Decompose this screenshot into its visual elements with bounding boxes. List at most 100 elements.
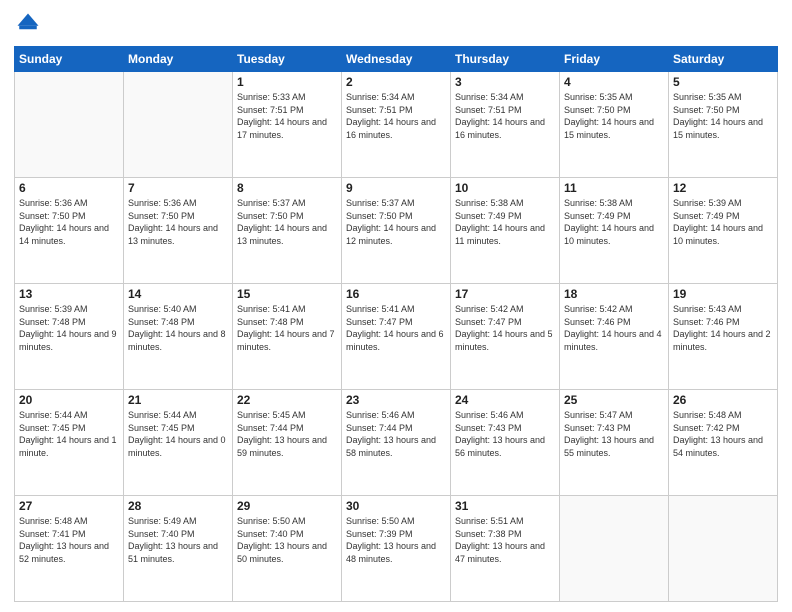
day-number: 29 [237, 499, 337, 513]
day-cell: 15Sunrise: 5:41 AMSunset: 7:48 PMDayligh… [233, 284, 342, 390]
day-info: Sunrise: 5:49 AMSunset: 7:40 PMDaylight:… [128, 515, 228, 565]
day-number: 20 [19, 393, 119, 407]
day-cell: 5 Sunrise: 5:35 AMSunset: 7:50 PMDaylight… [669, 72, 778, 178]
day-cell: 30Sunrise: 5:50 AMSunset: 7:39 PMDayligh… [342, 496, 451, 602]
day-info: Sunrise: 5:51 AMSunset: 7:38 PMDaylight:… [455, 515, 555, 565]
day-cell: 20 Sunrise: 5:44 AMSunset: 7:45 PMDayligh… [15, 390, 124, 496]
day-number: 13 [19, 287, 119, 301]
day-number: 5 [673, 75, 773, 89]
day-number: 23 [346, 393, 446, 407]
header [14, 10, 778, 38]
weekday-header-monday: Monday [124, 47, 233, 72]
day-info: Sunrise: 5:39 AMSunset: 7:49 PMDaylight:… [673, 197, 773, 247]
day-cell: 26 Sunrise: 5:48 AMSunset: 7:42 PMDayligh… [669, 390, 778, 496]
day-number: 31 [455, 499, 555, 513]
day-number: 25 [564, 393, 664, 407]
day-number: 1 [237, 75, 337, 89]
weekday-header-tuesday: Tuesday [233, 47, 342, 72]
day-number: 6 [19, 181, 119, 195]
day-info: Sunrise: 5:38 AMSunset: 7:49 PMDaylight:… [455, 197, 555, 247]
day-info: Sunrise: 5:40 AMSunset: 7:48 PMDaylight:… [128, 303, 228, 353]
day-info: Sunrise: 5:33 AMSunset: 7:51 PMDaylight:… [237, 91, 337, 141]
day-info: Sunrise: 5:36 AMSunset: 7:50 PMDaylight:… [19, 197, 119, 247]
day-number: 2 [346, 75, 446, 89]
day-cell: 28 Sunrise: 5:49 AMSunset: 7:40 PMDayligh… [124, 496, 233, 602]
day-cell: 31 Sunrise: 5:51 AMSunset: 7:38 PMDayligh… [451, 496, 560, 602]
day-info: Sunrise: 5:46 AMSunset: 7:44 PMDaylight:… [346, 409, 446, 459]
week-row-5: 27 Sunrise: 5:48 AMSunset: 7:41 PMDayligh… [15, 496, 778, 602]
day-info: Sunrise: 5:35 AMSunset: 7:50 PMDaylight:… [673, 91, 773, 141]
day-info: Sunrise: 5:44 AMSunset: 7:45 PMDaylight:… [19, 409, 119, 459]
day-info: Sunrise: 5:34 AMSunset: 7:51 PMDaylight:… [455, 91, 555, 141]
day-number: 19 [673, 287, 773, 301]
day-cell [669, 496, 778, 602]
day-number: 8 [237, 181, 337, 195]
day-number: 30 [346, 499, 446, 513]
day-info: Sunrise: 5:35 AMSunset: 7:50 PMDaylight:… [564, 91, 664, 141]
day-cell: 21Sunrise: 5:44 AMSunset: 7:45 PMDayligh… [124, 390, 233, 496]
weekday-header-wednesday: Wednesday [342, 47, 451, 72]
weekday-row: SundayMondayTuesdayWednesdayThursdayFrid… [15, 47, 778, 72]
week-row-4: 20 Sunrise: 5:44 AMSunset: 7:45 PMDayligh… [15, 390, 778, 496]
week-row-2: 6 Sunrise: 5:36 AMSunset: 7:50 PMDaylight… [15, 178, 778, 284]
weekday-header-sunday: Sunday [15, 47, 124, 72]
page: SundayMondayTuesdayWednesdayThursdayFrid… [0, 0, 792, 612]
calendar-header: SundayMondayTuesdayWednesdayThursdayFrid… [15, 47, 778, 72]
day-cell: 13 Sunrise: 5:39 AMSunset: 7:48 PMDayligh… [15, 284, 124, 390]
day-cell: 11 Sunrise: 5:38 AMSunset: 7:49 PMDayligh… [560, 178, 669, 284]
day-number: 3 [455, 75, 555, 89]
day-cell: 16Sunrise: 5:41 AMSunset: 7:47 PMDayligh… [342, 284, 451, 390]
day-info: Sunrise: 5:41 AMSunset: 7:47 PMDaylight:… [346, 303, 446, 353]
day-cell: 23 Sunrise: 5:46 AMSunset: 7:44 PMDayligh… [342, 390, 451, 496]
day-cell: 6 Sunrise: 5:36 AMSunset: 7:50 PMDaylight… [15, 178, 124, 284]
day-number: 10 [455, 181, 555, 195]
day-info: Sunrise: 5:45 AMSunset: 7:44 PMDaylight:… [237, 409, 337, 459]
day-cell: 3 Sunrise: 5:34 AMSunset: 7:51 PMDaylight… [451, 72, 560, 178]
calendar-body: 1 Sunrise: 5:33 AMSunset: 7:51 PMDaylight… [15, 72, 778, 602]
day-info: Sunrise: 5:43 AMSunset: 7:46 PMDaylight:… [673, 303, 773, 353]
day-cell: 19 Sunrise: 5:43 AMSunset: 7:46 PMDayligh… [669, 284, 778, 390]
day-number: 26 [673, 393, 773, 407]
day-info: Sunrise: 5:44 AMSunset: 7:45 PMDaylight:… [128, 409, 228, 459]
week-row-1: 1 Sunrise: 5:33 AMSunset: 7:51 PMDaylight… [15, 72, 778, 178]
logo-icon [14, 10, 42, 38]
day-cell: 25 Sunrise: 5:47 AMSunset: 7:43 PMDayligh… [560, 390, 669, 496]
day-cell: 8Sunrise: 5:37 AMSunset: 7:50 PMDaylight… [233, 178, 342, 284]
day-cell: 24Sunrise: 5:46 AMSunset: 7:43 PMDayligh… [451, 390, 560, 496]
day-cell: 29Sunrise: 5:50 AMSunset: 7:40 PMDayligh… [233, 496, 342, 602]
day-number: 7 [128, 181, 228, 195]
day-number: 27 [19, 499, 119, 513]
day-info: Sunrise: 5:48 AMSunset: 7:41 PMDaylight:… [19, 515, 119, 565]
day-cell [124, 72, 233, 178]
day-cell [15, 72, 124, 178]
day-cell: 14 Sunrise: 5:40 AMSunset: 7:48 PMDayligh… [124, 284, 233, 390]
day-info: Sunrise: 5:37 AMSunset: 7:50 PMDaylight:… [346, 197, 446, 247]
weekday-header-thursday: Thursday [451, 47, 560, 72]
day-number: 12 [673, 181, 773, 195]
day-number: 18 [564, 287, 664, 301]
day-number: 9 [346, 181, 446, 195]
day-info: Sunrise: 5:46 AMSunset: 7:43 PMDaylight:… [455, 409, 555, 459]
day-cell: 17Sunrise: 5:42 AMSunset: 7:47 PMDayligh… [451, 284, 560, 390]
week-row-3: 13 Sunrise: 5:39 AMSunset: 7:48 PMDayligh… [15, 284, 778, 390]
weekday-header-friday: Friday [560, 47, 669, 72]
day-info: Sunrise: 5:47 AMSunset: 7:43 PMDaylight:… [564, 409, 664, 459]
day-info: Sunrise: 5:34 AMSunset: 7:51 PMDaylight:… [346, 91, 446, 141]
day-cell: 2 Sunrise: 5:34 AMSunset: 7:51 PMDaylight… [342, 72, 451, 178]
day-info: Sunrise: 5:36 AMSunset: 7:50 PMDaylight:… [128, 197, 228, 247]
day-cell: 9 Sunrise: 5:37 AMSunset: 7:50 PMDaylight… [342, 178, 451, 284]
logo [14, 10, 46, 38]
day-number: 28 [128, 499, 228, 513]
day-number: 4 [564, 75, 664, 89]
day-info: Sunrise: 5:42 AMSunset: 7:46 PMDaylight:… [564, 303, 664, 353]
day-info: Sunrise: 5:41 AMSunset: 7:48 PMDaylight:… [237, 303, 337, 353]
day-info: Sunrise: 5:39 AMSunset: 7:48 PMDaylight:… [19, 303, 119, 353]
calendar: SundayMondayTuesdayWednesdayThursdayFrid… [14, 46, 778, 602]
day-number: 11 [564, 181, 664, 195]
day-number: 14 [128, 287, 228, 301]
day-info: Sunrise: 5:38 AMSunset: 7:49 PMDaylight:… [564, 197, 664, 247]
day-info: Sunrise: 5:48 AMSunset: 7:42 PMDaylight:… [673, 409, 773, 459]
weekday-header-saturday: Saturday [669, 47, 778, 72]
day-info: Sunrise: 5:42 AMSunset: 7:47 PMDaylight:… [455, 303, 555, 353]
day-cell: 7 Sunrise: 5:36 AMSunset: 7:50 PMDaylight… [124, 178, 233, 284]
